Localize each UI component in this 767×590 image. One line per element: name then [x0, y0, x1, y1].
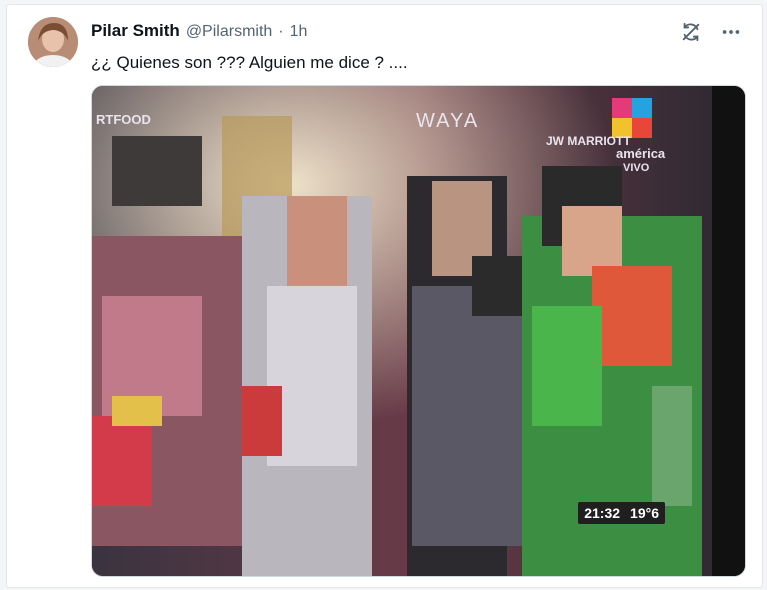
tweet-actions	[678, 19, 744, 45]
overlay-clock-temp: 19°6	[630, 505, 659, 521]
sync-icon[interactable]	[678, 19, 704, 45]
overlay-brand-left: RTFOOD	[96, 112, 151, 127]
tweet-media-image[interactable]: RTFOOD WAYA JW MARRIOTT américa VIVO 21:…	[91, 85, 746, 577]
tweet-card[interactable]: Pilar Smith @Pilarsmith · 1h ¿¿ Quienes …	[6, 4, 763, 588]
tweet-header: Pilar Smith @Pilarsmith · 1h	[91, 21, 307, 45]
author-name[interactable]: Pilar Smith	[91, 21, 180, 41]
separator-dot: ·	[278, 23, 284, 40]
overlay-clock: 21:32 19°6	[578, 502, 665, 524]
overlay-channel-name: américa	[616, 146, 666, 161]
tweet-text: ¿¿ Quienes son ??? Alguien me dice ? ...…	[91, 53, 408, 72]
avatar-image	[28, 17, 78, 67]
overlay-channel-status: VIVO	[623, 162, 650, 174]
overlay-clock-time: 21:32	[584, 505, 621, 521]
more-dots-icon[interactable]	[718, 19, 744, 45]
author-handle[interactable]: @Pilarsmith	[186, 23, 272, 41]
timestamp[interactable]: 1h	[290, 23, 308, 41]
avatar[interactable]	[28, 17, 78, 67]
overlay-brand-center: WAYA	[416, 110, 480, 132]
